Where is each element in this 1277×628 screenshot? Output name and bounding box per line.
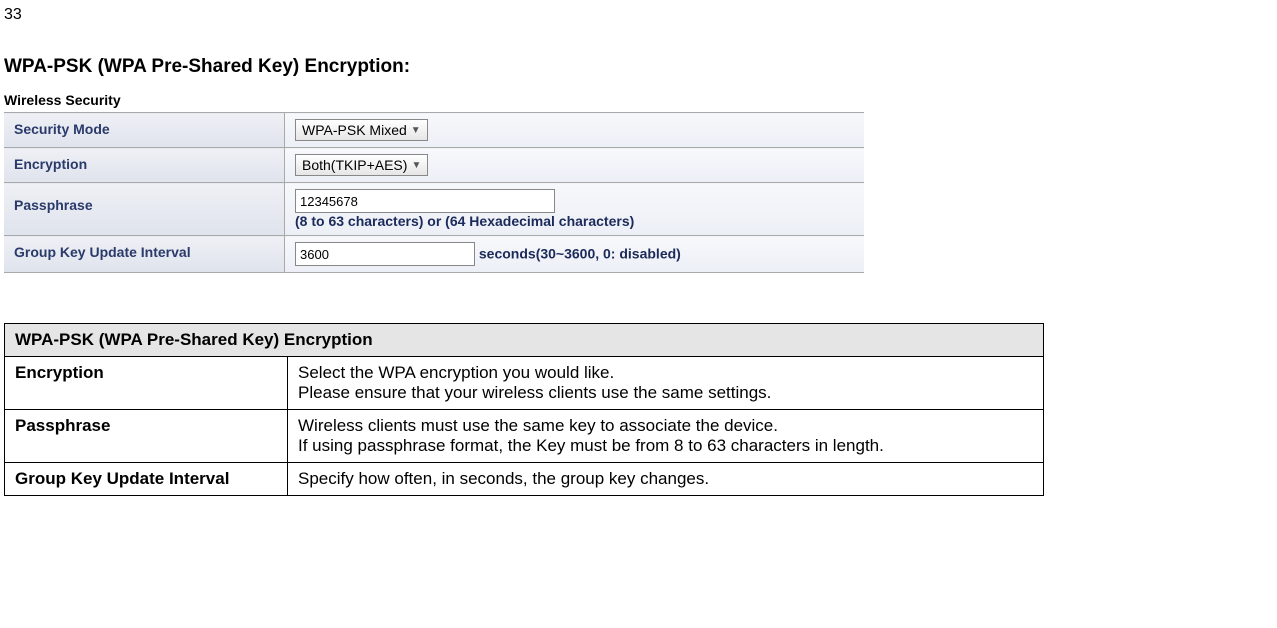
panel-title: Wireless Security — [4, 92, 864, 112]
dropdown-caret-icon: ▼ — [407, 160, 425, 171]
label-group-key: Group Key Update Interval — [4, 236, 285, 273]
desc-text-passphrase: Wireless clients must use the same key t… — [288, 410, 1044, 463]
config-table: Security Mode WPA-PSK Mixed ▼ Encryption… — [4, 112, 864, 273]
section-heading: WPA-PSK (WPA Pre-Shared Key) Encryption: — [0, 38, 1277, 92]
passphrase-hint: (8 to 63 characters) or (64 Hexadecimal … — [295, 213, 634, 229]
desc-row-group-key: Group Key Update Interval Specify how of… — [5, 463, 1044, 496]
label-passphrase: Passphrase — [4, 183, 285, 236]
passphrase-input[interactable] — [295, 189, 555, 213]
row-security-mode: Security Mode WPA-PSK Mixed ▼ — [4, 113, 864, 148]
desc-label-encryption: Encryption — [5, 357, 288, 410]
description-table: WPA-PSK (WPA Pre-Shared Key) Encryption … — [4, 323, 1044, 496]
encryption-value: Both(TKIP+AES) — [302, 157, 407, 173]
row-passphrase: Passphrase (8 to 63 characters) or (64 H… — [4, 183, 864, 236]
desc-label-group-key: Group Key Update Interval — [5, 463, 288, 496]
row-group-key: Group Key Update Interval seconds(30~360… — [4, 236, 864, 273]
encryption-select[interactable]: Both(TKIP+AES) ▼ — [295, 154, 428, 176]
desc-label-passphrase: Passphrase — [5, 410, 288, 463]
page-number: 33 — [0, 0, 1277, 38]
security-mode-value: WPA-PSK Mixed — [302, 122, 407, 138]
group-key-input[interactable] — [295, 242, 475, 266]
desc-row-passphrase: Passphrase Wireless clients must use the… — [5, 410, 1044, 463]
desc-row-encryption: Encryption Select the WPA encryption you… — [5, 357, 1044, 410]
group-key-hint: seconds(30~3600, 0: disabled) — [479, 246, 681, 262]
desc-text-group-key: Specify how often, in seconds, the group… — [288, 463, 1044, 496]
label-security-mode: Security Mode — [4, 113, 285, 148]
label-encryption: Encryption — [4, 148, 285, 183]
row-encryption: Encryption Both(TKIP+AES) ▼ — [4, 148, 864, 183]
security-mode-select[interactable]: WPA-PSK Mixed ▼ — [295, 119, 428, 141]
desc-text-encryption: Select the WPA encryption you would like… — [288, 357, 1044, 410]
wireless-security-panel: Wireless Security Security Mode WPA-PSK … — [4, 92, 864, 273]
desc-header: WPA-PSK (WPA Pre-Shared Key) Encryption — [5, 324, 1044, 357]
dropdown-caret-icon: ▼ — [407, 125, 425, 136]
